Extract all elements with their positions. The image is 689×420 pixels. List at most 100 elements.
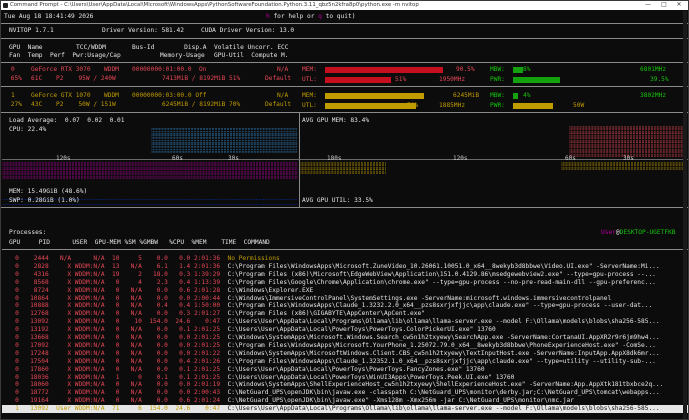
title-bar[interactable]: Command Prompt - C:\Users\User\AppData\L… — [1, 1, 688, 10]
process-row[interactable]: 0 2444 N/A N/A 10 5 0.0 0.0 2:01:36 No P… — [4, 255, 280, 262]
gpu1-temp: 43C — [31, 101, 43, 108]
process-row[interactable]: 0 17504 X WDDM:N/A 0 N/A 0.0 0.4 2:01:26… — [4, 357, 656, 365]
gpu0-bus: 00000000:01:00.0 On — [132, 66, 207, 73]
gpu0-mbw-pct: 8% — [523, 66, 531, 73]
gpu0-pwr-label: PWR: — [490, 76, 505, 83]
process-stats: 0 13092 X WDDM:N/A 0 10 154.0 24.6 0:47 — [4, 318, 228, 326]
gpu1-compute: Default — [265, 101, 292, 108]
gpu-col-header-2: Fan Temp Perf Pwr:Usage/Cap — [9, 52, 121, 59]
close-button[interactable]: ✕ — [673, 2, 685, 8]
process-command: C:\Windows\SystemApps\Microsoft.Windows.… — [227, 334, 660, 341]
process-row[interactable]: 0 4316 X WDDM:N/A 19 2 18.0 0.3 1:39:29 … — [4, 270, 656, 278]
process-command: C:\Users\User\AppData\Local\Programs\Oll… — [227, 318, 660, 326]
datetime: Tue Aug 18 18:41:49 2026 — [4, 13, 94, 20]
process-stats: 0 4316 X WDDM:N/A 19 2 18.0 0.3 1:39:29 — [4, 270, 228, 278]
gpu0-fan: 65% — [7, 75, 22, 82]
process-stats: 0 17092 X WDDM:N/A 0 N/A 0.0 0.0 2:01:25 — [4, 341, 228, 349]
selected-process-command: C:\Users\User\AppData\Local\Programs\Oll… — [227, 405, 660, 412]
gpu1-pwr: 50W / 151W — [71, 101, 116, 108]
process-row[interactable]: 0 10864 X WDDM:N/A 0 N/A 0.0 0.0 2:00:44… — [4, 294, 611, 302]
load-average: Load Average: 0.07 0.02 0.01 — [9, 117, 125, 124]
gpu0-mode: WDDM — [104, 66, 119, 73]
gpu0-name: GeForce RTX 3070 — [31, 66, 91, 73]
process-command: C:\Windows\SystemApps\MicrosoftWindows.C… — [227, 349, 660, 357]
gpu1-perf: P2 — [56, 101, 64, 108]
process-row[interactable]: 0 17092 X WDDM:N/A 0 N/A 0.0 0.0 2:01:25… — [4, 341, 656, 349]
gpu0-mbw-label: MBW: — [490, 66, 505, 73]
gpu1-mbw-pct: 4% — [523, 92, 531, 99]
selected-process[interactable]: 1 13092 User WDDM:N/A 71 6 154.0 24.6 0:… — [4, 405, 660, 412]
process-row[interactable]: 0 13192 X WDDM:N/A 0 N/A 0.0 0.1 2:01:25… — [4, 326, 496, 334]
cmd-icon — [3, 3, 8, 8]
process-stats: 0 10864 X WDDM:N/A 0 N/A 0.0 0.0 2:00:44 — [4, 294, 228, 302]
gpu1-util: 70% — [229, 101, 241, 108]
process-stats: 0 13192 X WDDM:N/A 0 N/A 0.0 0.1 2:01:25 — [4, 326, 228, 334]
process-command: C:\Program Files\WindowsApps\Claude_1.32… — [227, 357, 656, 365]
gpu-mem-history-graph: ⣿⣿⣿⣿⣿⣿⣿⣿⣿⣿⣿⣿⣿⣿⣿⣿⣿⣿⣿⣿⣿⣿⣿⣿⣿⣿⣿⣿⣿⣿⣿⣿⣿⣿⣿⣿⣿ ⣿⣿⣿… — [569, 126, 685, 158]
bus-col-header-2: Memory-Usage — [160, 52, 205, 59]
gpu1-clock2: 1885MHz — [439, 102, 466, 109]
cpu-usage: CPU: 22.4% — [9, 126, 47, 133]
gpu0-ecc: N/A — [277, 66, 289, 73]
process-row[interactable]: 0 18036 X WDDM:N/A 1 0 0.1 0.1 2:01:25 C… — [4, 373, 515, 381]
help-hint: h for help or q to quit) — [266, 13, 356, 20]
process-row[interactable]: 0 17248 X WDDM:N/A 0 N/A 0.0 0.0 2:01:22… — [4, 349, 660, 357]
cuda-version: CUDA Driver Version: 13.0 — [201, 27, 295, 34]
host-swap: SWP: 0.28GiB (1.0%) — [9, 197, 80, 204]
process-stats: 0 18772 X WDDM:N/A 0 N/A 0.0 0.0 2:00:43 — [4, 389, 228, 397]
process-stats: 0 2444 N/A N/A 10 5 0.0 0.0 2:01:36 — [4, 255, 228, 262]
gpu0-util-bar — [325, 77, 392, 83]
terminal-window: Command Prompt - C:\Users\User\AppData\L… — [0, 0, 689, 420]
gpu0-mem: 7413MiB / 8192MiB — [162, 75, 226, 82]
maximize-button[interactable]: □ — [658, 2, 670, 8]
gpu1-mbw-bar — [513, 93, 518, 99]
process-row[interactable]: 0 18060 X WDDM:N/A 0 N/A 0.0 0.0 2:01:19… — [4, 382, 663, 388]
avg-gpu-util: AVG GPU UTIL: 33.5% — [302, 197, 373, 204]
gpu0-perf: P2 — [56, 75, 64, 82]
process-command: C:\Program Files\WindowsApps\Claude_1.32… — [227, 302, 653, 310]
gpu0-pwr-pct: 39.5% — [650, 76, 669, 83]
gpu0-pwr-bar — [513, 77, 561, 83]
ecc-col-header-2: GPU-Util Compute M. — [214, 52, 289, 59]
bus-col-header-1: Bus-Id Disp.A — [132, 44, 207, 51]
process-row[interactable]: 0 12768 X WDDM:N/A 0 N/A 0.0 0.3 2:01:27… — [4, 311, 425, 317]
gpu1-mem-bar — [325, 93, 425, 99]
process-row[interactable]: 0 2828 X WDDM:N/A 13 N/A 6.1 1.4 2:01:36… — [4, 263, 659, 270]
scrollbar[interactable] — [683, 11, 687, 419]
gpu1-fan: 27% — [7, 101, 22, 108]
process-stats: 0 13668 X WDDM:N/A 0 N/A 0.0 0.0 2:01:25 — [4, 334, 228, 341]
gpu-util-history-graph-b: ⣿⣿⣿⣿⣿⣿⣿⣿⣿⣿⣿⣿⣿⣿⣿⣿⣿⣿⣿⣿⣿⣿⣿⣿⣿⣿⣿⣿⣿⣿⣿⣿⣿⣿⣿⣿⣿⣿⣿⣿… — [561, 162, 685, 171]
gpu0-temp: 61C — [31, 75, 43, 82]
gpu0-util: 51% — [229, 75, 241, 82]
process-command: C:\NetGuard_UPS\openJDK\bin\javaw.exe -c… — [227, 389, 660, 397]
gpu1-util-label: UTL: — [302, 102, 317, 109]
process-columns: GPU PID USER GPU-MEM %SM %GMBW %CPU %MEM… — [9, 239, 270, 246]
process-row[interactable]: 0 13092 X WDDM:N/A 0 10 154.0 24.6 0:47 … — [4, 318, 660, 326]
window-title: Command Prompt - C:\Users\User\AppData\L… — [10, 1, 419, 8]
process-row[interactable]: 0 8568 X WDDM:N/A 0 4 2.3 0.4 1:13:39 C:… — [4, 278, 656, 286]
gpu0-mbw-bar — [513, 67, 523, 73]
gpu0-index: 0 — [11, 66, 15, 73]
gpu0-clock2: 1950MHz — [439, 76, 466, 83]
process-row[interactable]: 0 17860 X WDDM:N/A 0 N/A 0.0 0.1 2:01:25… — [4, 366, 484, 373]
process-stats: 0 8568 X WDDM:N/A 0 4 2.3 0.4 1:13:39 — [4, 278, 228, 286]
user-host: User@DESKTOP-UGETFKB — [601, 229, 676, 236]
process-row[interactable]: 0 10888 X WDDM:N/A 0 N/A 0.4 0.4 1:50:00… — [4, 303, 652, 309]
gpu0-clock: 6801MHz — [640, 66, 667, 73]
gpu1-bus: 00000000:03:00.0 Off — [132, 92, 207, 99]
process-row[interactable]: 0 13668 X WDDM:N/A 0 N/A 0.0 0.0 2:01:25… — [4, 334, 660, 341]
process-row[interactable]: 0 19164 X WDDM:N/A 0 N/A 0.0 0.6 2:01:24… — [4, 398, 574, 404]
gpu1-mode: WDDM — [104, 92, 119, 99]
gpu0-mem-pct: 90.5% — [456, 66, 475, 73]
process-stats: 0 17504 X WDDM:N/A 0 N/A 0.0 0.4 2:01:26 — [4, 357, 228, 365]
gpu1-util-pct: 70% — [407, 102, 419, 109]
minimize-button[interactable]: — — [642, 2, 654, 8]
process-command: C:\NetGuard_UPS\openJDK\bin\javaw.exe" -… — [227, 397, 574, 405]
process-row[interactable]: 0 18772 X WDDM:N/A 0 N/A 0.0 0.0 2:00:43… — [4, 389, 660, 397]
gpu1-pwr-pct: 50W — [573, 102, 585, 109]
process-row[interactable]: 0 8724 X WDDM:N/A 0 N/A 0.0 0.6 2:01:28 … — [4, 287, 313, 294]
gpu0-util-pct: 51% — [395, 76, 407, 83]
driver-version: Driver Version: 581.42 — [102, 27, 184, 34]
process-command: C:\Users\User\AppData\Local\PowerToys\Wi… — [227, 373, 515, 381]
ecc-col-header-1: Volatile Uncorr. ECC — [214, 44, 289, 51]
